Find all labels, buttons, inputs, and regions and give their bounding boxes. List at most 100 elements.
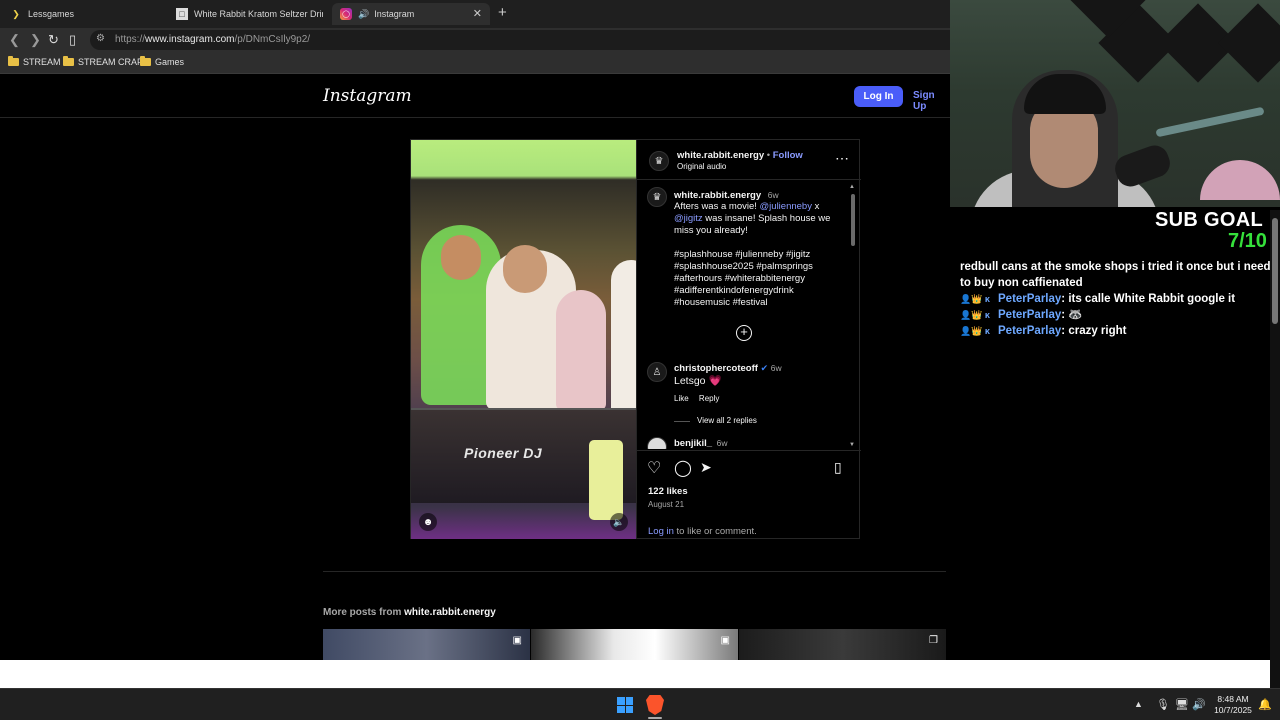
tab-bar: ❯ Lessgames □ White Rabbit Kratom Seltze… bbox=[0, 0, 950, 28]
bookmark-games[interactable]: Games bbox=[140, 56, 184, 67]
url-path: /p/DNmCsIly9p2/ bbox=[234, 34, 311, 45]
more-posts-user-link[interactable]: white.rabbit.energy bbox=[404, 607, 496, 618]
likes-count[interactable]: 122 likes bbox=[648, 486, 688, 497]
comment-like-button[interactable]: Like bbox=[674, 394, 689, 403]
comment-actions: Like Reply bbox=[674, 393, 844, 405]
post-header-line: white.rabbit.energy • Follow bbox=[677, 150, 803, 161]
audio-playing-icon[interactable]: 🔊 bbox=[358, 9, 369, 20]
chat-line: 👤👑 κ PeterParlay: its calle White Rabbit … bbox=[960, 291, 1272, 307]
sound-toggle-icon[interactable]: 🔈 bbox=[610, 513, 628, 531]
network-icon[interactable]: 🖥 bbox=[1175, 698, 1189, 711]
log-in-button[interactable]: Log In bbox=[854, 86, 903, 107]
tab-lessgames[interactable]: ❯ Lessgames bbox=[2, 3, 167, 25]
instagram-favicon-icon: ◯ bbox=[340, 8, 352, 20]
scroll-thumb[interactable] bbox=[851, 194, 855, 246]
more-post-thumbnail[interactable]: ❐ bbox=[739, 629, 946, 660]
close-tab-icon[interactable]: ✕ bbox=[473, 7, 482, 20]
video-person-right bbox=[611, 260, 636, 420]
caption-author[interactable]: white.rabbit.energy bbox=[674, 190, 761, 201]
brave-browser-icon[interactable] bbox=[646, 695, 664, 715]
caption-part: Afters was a movie! bbox=[674, 201, 760, 212]
post-author-link[interactable]: white.rabbit.energy bbox=[677, 150, 764, 161]
microphone-icon[interactable]: 🎙 bbox=[1156, 698, 1170, 711]
bookmark-stream[interactable]: STREAM bbox=[8, 56, 61, 67]
tab-title: White Rabbit Kratom Seltzer Drinks: bbox=[194, 9, 323, 19]
login-prompt-text: to like or comment. bbox=[673, 526, 757, 537]
microphone bbox=[1111, 141, 1174, 191]
tab-instagram[interactable]: ◯ 🔊 Instagram ✕ bbox=[332, 3, 490, 25]
comments-scrollbar[interactable]: ▲ ▼ bbox=[849, 184, 857, 448]
comment-author[interactable]: christophercoteoff bbox=[674, 363, 758, 374]
video-person-left-head bbox=[441, 235, 481, 280]
reload-icon[interactable]: ↻ bbox=[48, 32, 59, 48]
follow-button[interactable]: Follow bbox=[773, 150, 803, 161]
scroll-down-icon[interactable]: ▼ bbox=[849, 442, 855, 448]
comment-reply-button[interactable]: Reply bbox=[699, 394, 719, 403]
like-heart-icon[interactable]: ♡ bbox=[647, 458, 661, 478]
tray-overflow-icon[interactable]: ▲ bbox=[1134, 699, 1143, 709]
comment-header: benjikil_ 6w bbox=[674, 437, 844, 449]
bookmark-label: STREAM bbox=[23, 57, 61, 67]
mention-link[interactable]: @jigitz bbox=[674, 213, 703, 224]
cookie-banner bbox=[0, 660, 1270, 688]
separator: • bbox=[766, 150, 771, 161]
caption-avatar[interactable]: ♛ bbox=[647, 187, 667, 207]
notifications-icon[interactable]: 🔔 bbox=[1258, 698, 1272, 711]
url-scheme: https:// bbox=[115, 34, 146, 45]
back-icon[interactable]: ❮ bbox=[9, 32, 20, 48]
view-replies-button[interactable]: View all 2 replies bbox=[697, 415, 861, 427]
forward-icon[interactable]: ❯ bbox=[30, 32, 41, 48]
commenter-avatar[interactable] bbox=[647, 437, 667, 449]
share-icon[interactable]: ➤ bbox=[700, 459, 712, 476]
chat-badges-icon: 👤👑 κ bbox=[960, 294, 990, 304]
sub-goal-label: SUB GOAL bbox=[1155, 209, 1263, 231]
chat-message: redbull cans at the smoke shops i tried … bbox=[960, 261, 1271, 289]
comment-author[interactable]: benjikil_ bbox=[674, 438, 712, 449]
audio-link[interactable]: Original audio bbox=[677, 162, 726, 171]
log-in-link[interactable]: Log in bbox=[648, 526, 674, 537]
chat-message: : its calle White Rabbit google it bbox=[1061, 293, 1236, 305]
tagged-users-icon[interactable]: ☻ bbox=[419, 513, 437, 531]
folder-icon bbox=[63, 56, 74, 66]
post-video[interactable]: Pioneer DJ ☻ 🔈 bbox=[411, 140, 636, 539]
comment-icon[interactable]: ◯ bbox=[674, 458, 692, 478]
chat-username: PeterParlay bbox=[998, 309, 1062, 321]
author-avatar[interactable]: ♛ bbox=[649, 151, 669, 171]
caption-age: 6w bbox=[767, 190, 779, 200]
more-post-thumbnail[interactable]: ▣ bbox=[323, 629, 530, 660]
caption-hashtags[interactable]: #splashhouse #julienneby #jigitz #splash… bbox=[674, 249, 824, 309]
url-field[interactable]: https://www.instagram.com/p/DNmCsIly9p2/ bbox=[90, 30, 950, 50]
clock-time: 8:48 AM bbox=[1217, 694, 1249, 704]
scroll-up-icon[interactable]: ▲ bbox=[849, 184, 855, 190]
windows-start-icon[interactable] bbox=[617, 697, 633, 713]
tab-white-rabbit[interactable]: □ White Rabbit Kratom Seltzer Drinks: bbox=[168, 3, 323, 25]
caption-part: x bbox=[811, 201, 820, 212]
page-favicon-icon: □ bbox=[176, 8, 188, 20]
comment-text: Letsgo 💗 bbox=[674, 375, 722, 387]
url-host: www.instagram.com bbox=[145, 34, 235, 45]
volume-icon[interactable]: 🔊 bbox=[1192, 698, 1206, 711]
video-can bbox=[589, 440, 623, 520]
page-scroll-thumb[interactable] bbox=[1272, 218, 1278, 324]
tab-title: Lessgames bbox=[28, 9, 75, 19]
new-tab-icon[interactable]: + bbox=[498, 4, 507, 21]
system-clock[interactable]: 8:48 AM 10/7/2025 bbox=[1210, 694, 1256, 716]
stream-chat: redbull cans at the smoke shops i tried … bbox=[960, 259, 1272, 339]
save-bookmark-icon[interactable]: ▯ bbox=[834, 459, 842, 476]
section-divider bbox=[323, 571, 946, 572]
comments-section: ♛ white.rabbit.energy 6w Afters was a mo… bbox=[637, 182, 861, 449]
load-more-comments-icon[interactable]: + bbox=[736, 325, 752, 341]
more-post-thumbnail[interactable]: ▣ bbox=[531, 629, 738, 660]
instagram-logo[interactable]: Instagram bbox=[323, 86, 412, 106]
verified-badge-icon: ✔ bbox=[760, 363, 769, 373]
mention-link[interactable]: @julienneby bbox=[760, 201, 812, 212]
bookmark-page-icon[interactable]: ▯ bbox=[69, 32, 76, 48]
commenter-avatar[interactable]: ♙ bbox=[647, 362, 667, 382]
more-options-icon[interactable]: ⋯ bbox=[835, 150, 850, 167]
folder-icon bbox=[8, 56, 19, 66]
more-posts-heading: More posts from white.rabbit.energy bbox=[323, 607, 496, 618]
bookmark-stream-crap[interactable]: STREAM CRAP bbox=[63, 56, 143, 67]
carousel-icon: ❐ bbox=[929, 635, 938, 646]
sign-up-link[interactable]: Sign Up bbox=[913, 90, 950, 112]
site-settings-icon[interactable]: ⚙ bbox=[96, 33, 105, 44]
